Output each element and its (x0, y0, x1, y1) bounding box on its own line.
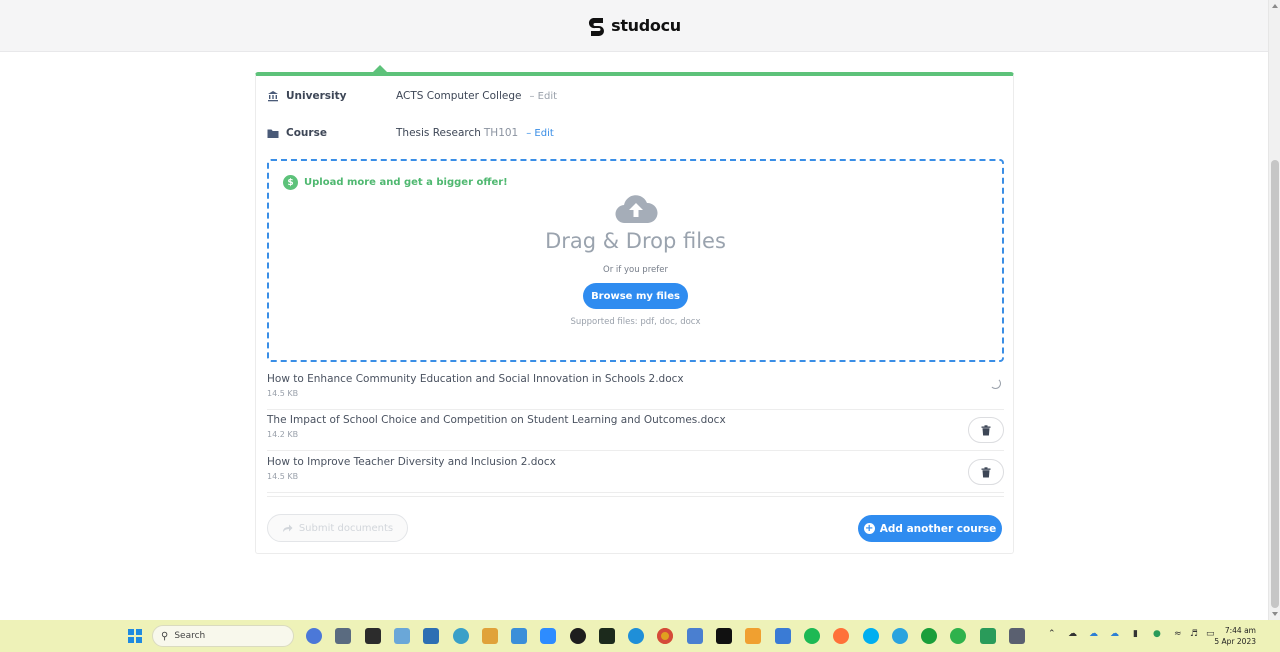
app-icon[interactable] (745, 628, 761, 644)
file-size: 14.2 KB (267, 430, 299, 439)
folder-icon[interactable] (482, 628, 498, 644)
scroll-up-arrow[interactable] (1272, 4, 1278, 8)
supported-files-text: Supported files: pdf, doc, docx (570, 317, 701, 327)
chrome-icon[interactable] (657, 628, 673, 644)
course-label: Course (286, 127, 327, 139)
trash-icon (981, 424, 991, 435)
app-icon[interactable] (980, 628, 996, 644)
top-header: studocu (0, 0, 1268, 52)
file-size: 14.5 KB (267, 389, 299, 398)
file-name: The Impact of School Choice and Competit… (267, 414, 726, 426)
add-another-course-button[interactable]: + Add another course (858, 515, 1002, 542)
power-icon[interactable]: ▭ (1206, 629, 1215, 639)
file-row: How to Enhance Community Education and S… (267, 369, 1004, 410)
file-name: How to Improve Teacher Diversity and Inc… (267, 456, 556, 468)
photos-icon[interactable] (394, 628, 410, 644)
scroll-thumb[interactable] (1271, 160, 1279, 608)
camera-icon[interactable] (335, 628, 351, 644)
battery-icon[interactable]: ▮ (1133, 629, 1138, 639)
submit-label: Submit documents (298, 522, 394, 534)
scroll-down-arrow[interactable] (1272, 612, 1278, 616)
terminal-icon[interactable] (599, 628, 615, 644)
file-size: 14.5 KB (267, 472, 299, 481)
mail-icon[interactable] (775, 628, 791, 644)
globe-icon[interactable] (453, 628, 469, 644)
university-label: University (286, 90, 347, 102)
clock-date: 5 Apr 2023 (1214, 637, 1256, 646)
evernote-icon[interactable] (950, 628, 966, 644)
edge-icon[interactable] (628, 628, 644, 644)
divider (267, 496, 1004, 497)
cloud-tray-icon[interactable]: ☁ (1068, 629, 1077, 639)
submit-documents-button[interactable]: Submit documents (267, 514, 408, 542)
dropzone-title: Drag & Drop files (545, 229, 726, 253)
university-value: ACTS Computer College (396, 90, 522, 102)
taskbar-search[interactable]: ⚲ Search (152, 625, 294, 647)
telegram-icon[interactable] (892, 628, 908, 644)
course-value: Thesis Research (396, 127, 481, 139)
loading-spinner-icon (990, 378, 1001, 389)
app-icon[interactable] (921, 628, 937, 644)
obs-icon[interactable] (570, 628, 586, 644)
windows-start-icon[interactable] (128, 629, 142, 643)
app-icon[interactable] (1009, 628, 1025, 644)
zoom-icon[interactable] (540, 628, 556, 644)
store-icon[interactable] (423, 628, 439, 644)
browse-files-button[interactable]: Browse my files (583, 283, 688, 309)
studocu-logo-icon (588, 17, 605, 36)
windows-taskbar: ⚲ Search ⌃ ☁ ☁ ☁ ▮ ● ≈ ♬ ▭ 7:44 am 5 Apr… (0, 620, 1280, 652)
trash-icon (981, 466, 991, 477)
dropzone-or-text: Or if you prefer (603, 265, 668, 275)
card-notch (373, 65, 387, 72)
firefox-icon[interactable] (833, 628, 849, 644)
university-icon (267, 90, 279, 102)
skype-icon[interactable] (863, 628, 879, 644)
wifi-icon[interactable]: ≈ (1174, 629, 1182, 639)
delete-file-button[interactable] (968, 417, 1004, 443)
file-row: How to Improve Teacher Diversity and Inc… (267, 452, 1004, 493)
clock-time: 7:44 am (1224, 626, 1256, 635)
university-edit-link[interactable]: – Edit (529, 91, 557, 102)
cloud-upload-icon (615, 195, 658, 224)
logo-text: studocu (611, 16, 681, 35)
dollar-coin-icon: $ (283, 175, 298, 190)
folder-icon (267, 127, 279, 139)
university-row: University ACTS Computer College – Edit (267, 90, 557, 102)
upload-card: University ACTS Computer College – Edit … (255, 72, 1014, 554)
volume-icon[interactable]: ♬ (1190, 629, 1198, 639)
search-icon: ⚲ (161, 630, 169, 642)
shield-icon[interactable]: ● (1153, 629, 1161, 639)
delete-file-button[interactable] (968, 459, 1004, 485)
app-icon[interactable] (365, 628, 381, 644)
file-name: How to Enhance Community Education and S… (267, 373, 684, 385)
upload-promo: $ Upload more and get a bigger offer! (283, 175, 508, 190)
office-icon[interactable] (511, 628, 527, 644)
share-arrow-icon (282, 524, 293, 532)
course-edit-link[interactable]: – Edit (526, 128, 554, 139)
onedrive-icon[interactable]: ☁ (1089, 629, 1098, 639)
chevron-up-icon[interactable]: ⌃ (1048, 629, 1056, 639)
netflix-icon[interactable] (716, 628, 732, 644)
chat-icon[interactable] (306, 628, 322, 644)
studocu-logo[interactable]: studocu (587, 16, 681, 36)
taskbar-clock[interactable]: 7:44 am 5 Apr 2023 (1214, 625, 1256, 647)
onedrive-icon[interactable]: ☁ (1110, 629, 1119, 639)
page-scrollbar[interactable] (1268, 0, 1280, 620)
spotify-icon[interactable] (804, 628, 820, 644)
plus-circle-icon: + (863, 523, 875, 534)
file-row: The Impact of School Choice and Competit… (267, 410, 1004, 451)
course-row: Course Thesis Research TH101 – Edit (267, 127, 554, 139)
add-course-label: Add another course (879, 522, 997, 535)
file-dropzone[interactable]: $ Upload more and get a bigger offer! Dr… (267, 159, 1004, 362)
promo-text: Upload more and get a bigger offer! (304, 177, 508, 188)
notepad-icon[interactable] (687, 628, 703, 644)
taskbar-search-placeholder: Search (174, 631, 206, 641)
course-code: TH101 (483, 127, 519, 139)
